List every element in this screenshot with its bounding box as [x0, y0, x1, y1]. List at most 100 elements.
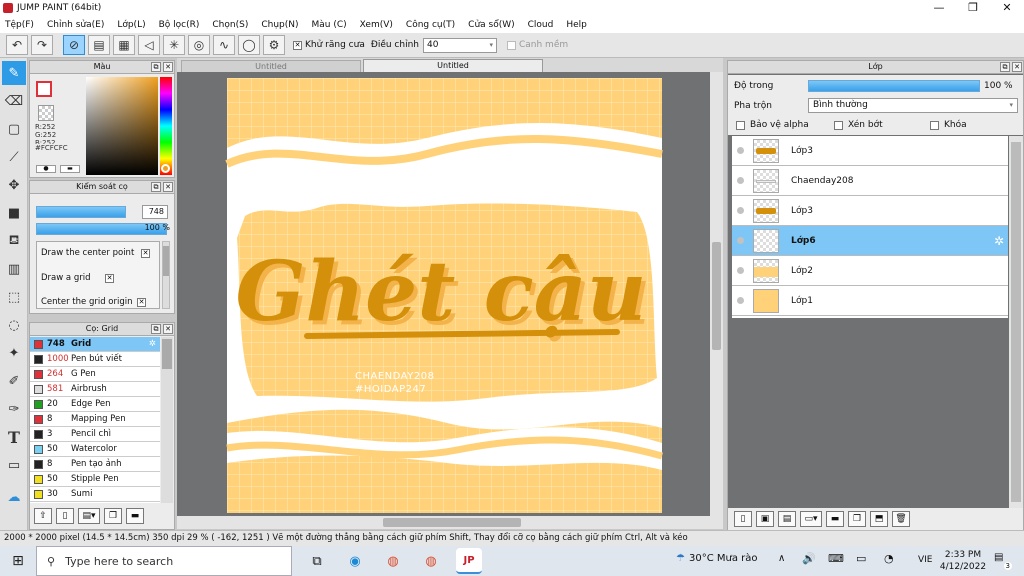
divider-tool[interactable]: ▭: [2, 453, 26, 477]
brush-options-scrollbar[interactable]: [162, 241, 170, 309]
display-icon[interactable]: ▭: [856, 552, 866, 565]
brush-menu-button[interactable]: ▤▾: [78, 508, 100, 524]
rect-tool[interactable]: ▢: [2, 117, 26, 141]
brush-item[interactable]: 50 Stipple Pen: [30, 472, 160, 487]
protect-alpha-checkbox[interactable]: [736, 121, 745, 130]
close-panel-icon[interactable]: ✕: [163, 62, 173, 72]
foreground-color-swatch[interactable]: [36, 81, 52, 97]
move-tool[interactable]: ✥: [2, 173, 26, 197]
new-folder-button[interactable]: ▬: [826, 511, 844, 527]
layer-visibility-toggle[interactable]: [737, 297, 744, 304]
parallel-ruler-button[interactable]: ▤: [88, 35, 110, 55]
task-view-button[interactable]: ⧉: [304, 548, 330, 574]
concentric-ruler-button[interactable]: ◎: [188, 35, 210, 55]
ellipse-ruler-button[interactable]: ◯: [238, 35, 260, 55]
edge-button[interactable]: ◉: [342, 548, 368, 574]
hue-handle[interactable]: [161, 164, 170, 173]
transparent-color-swatch[interactable]: [38, 105, 54, 121]
brush-upload-button[interactable]: ⇧: [34, 508, 52, 524]
layer-row[interactable]: Lớp6 ✲: [732, 226, 1008, 256]
brush-item[interactable]: 264 G Pen: [30, 367, 160, 382]
menu-capture[interactable]: Chụp(N): [261, 20, 298, 30]
start-button[interactable]: ⊞: [0, 546, 36, 576]
brush-item[interactable]: 30 Sumi: [30, 487, 160, 502]
tab-untitled-2[interactable]: Untitled: [363, 59, 543, 73]
brush-size-input[interactable]: 748: [142, 205, 168, 219]
select-pen-tool[interactable]: ✐: [2, 369, 26, 393]
cloud-tool[interactable]: ☁: [2, 485, 26, 509]
brush-copy-button[interactable]: ❐: [104, 508, 122, 524]
layer-settings-gear-icon[interactable]: ✲: [994, 234, 1004, 248]
menu-help[interactable]: Help: [566, 20, 587, 30]
brush-item[interactable]: 3 Pencil chì: [30, 427, 160, 442]
lasso-tool[interactable]: ◌: [2, 313, 26, 337]
chrome-button[interactable]: ◍: [380, 548, 406, 574]
new-raster-layer-button[interactable]: ▣: [756, 511, 774, 527]
text-tool[interactable]: T: [2, 425, 26, 449]
layer-visibility-toggle[interactable]: [737, 237, 744, 244]
brush-tool[interactable]: ✎: [2, 61, 26, 85]
menu-select[interactable]: Chọn(S): [212, 20, 248, 30]
color-mode-button[interactable]: ▬: [60, 165, 80, 173]
ruler-off-button[interactable]: ⊘: [63, 35, 85, 55]
perspective-ruler-button[interactable]: ◁: [138, 35, 160, 55]
minimize-button[interactable]: —: [922, 0, 956, 16]
weather-widget[interactable]: ☂ 30°C Mưa rào: [676, 553, 757, 564]
close-panel-icon[interactable]: ✕: [163, 182, 173, 192]
select-eraser-tool[interactable]: ✑: [2, 397, 26, 421]
notification-button[interactable]: ▤ 3: [994, 552, 1012, 570]
draw-center-point-checkbox[interactable]: ✕: [141, 249, 150, 258]
snap-checkbox[interactable]: [506, 40, 516, 50]
layer-row[interactable]: Chaenday208: [732, 166, 1008, 196]
antialias-checkbox[interactable]: ✕: [293, 40, 302, 50]
taskbar-search[interactable]: ⚲ Type here to search: [36, 546, 292, 576]
layer-row[interactable]: Lớp1: [732, 286, 1008, 316]
layer-visibility-toggle[interactable]: [737, 177, 744, 184]
menu-layer[interactable]: Lớp(L): [117, 20, 145, 30]
layer-visibility-toggle[interactable]: [737, 147, 744, 154]
close-panel-icon[interactable]: ✕: [163, 324, 173, 334]
canvas-viewport[interactable]: Ghét cậu Ghét cậu CHAENDAY208 #HOIDAP247: [177, 72, 723, 516]
float-panel-icon[interactable]: ⧉: [151, 324, 161, 334]
brush-item[interactable]: 50 Watercolor: [30, 442, 160, 457]
layer-visibility-toggle[interactable]: [737, 207, 744, 214]
delete-layer-button[interactable]: 🗑: [892, 511, 910, 527]
jump-paint-button[interactable]: JP: [456, 548, 482, 574]
center-grid-origin-checkbox[interactable]: ✕: [137, 298, 146, 307]
magic-wand-tool[interactable]: ✦: [2, 341, 26, 365]
menu-view[interactable]: Xem(V): [360, 20, 393, 30]
brush-item[interactable]: 1000 Pen bút viết: [30, 352, 160, 367]
blend-mode-select[interactable]: Bình thường ▾: [808, 98, 1018, 113]
menu-cloud[interactable]: Cloud: [528, 20, 554, 30]
new-brush-button[interactable]: ▯: [56, 508, 74, 524]
brush-size-slider[interactable]: [36, 206, 126, 218]
language-indicator[interactable]: VIE: [918, 555, 933, 565]
tray-chevron-icon[interactable]: ∧: [778, 553, 785, 564]
layer-visibility-toggle[interactable]: [737, 267, 744, 274]
artwork-canvas[interactable]: Ghét cậu Ghét cậu CHAENDAY208 #HOIDAP247: [177, 72, 723, 516]
eraser-tool[interactable]: ⌫: [2, 89, 26, 113]
menu-tools[interactable]: Công cụ(T): [406, 20, 455, 30]
chrome-profile-button[interactable]: ◍: [418, 548, 444, 574]
menu-filter[interactable]: Bộ lọc(R): [159, 20, 200, 30]
brush-list-scrollbar[interactable]: [161, 337, 173, 503]
layer-row[interactable]: Lớp3: [732, 136, 1008, 166]
new-halftone-layer-button[interactable]: ▤: [778, 511, 796, 527]
bucket-tool[interactable]: ⛾: [2, 229, 26, 253]
layer-row[interactable]: Lớp3: [732, 196, 1008, 226]
fill-rect-tool[interactable]: ■: [2, 201, 26, 225]
gradient-tool[interactable]: ▥: [2, 257, 26, 281]
volume-icon[interactable]: 🔊: [802, 552, 816, 565]
settings-ruler-button[interactable]: ⚙: [263, 35, 285, 55]
maximize-button[interactable]: ❐: [956, 0, 990, 16]
radial-ruler-button[interactable]: ✳: [163, 35, 185, 55]
clock[interactable]: 2:33 PM 4/12/2022: [938, 549, 988, 573]
float-panel-icon[interactable]: ⧉: [1000, 62, 1010, 72]
menu-file[interactable]: Tệp(F): [5, 20, 34, 30]
draw-grid-checkbox[interactable]: ✕: [105, 274, 114, 283]
close-panel-icon[interactable]: ✕: [1012, 62, 1022, 72]
hue-slider[interactable]: [160, 77, 172, 175]
float-panel-icon[interactable]: ⧉: [151, 62, 161, 72]
grid-ruler-button[interactable]: ▦: [113, 35, 135, 55]
brush-item[interactable]: 748 Grid ✲: [30, 337, 160, 352]
